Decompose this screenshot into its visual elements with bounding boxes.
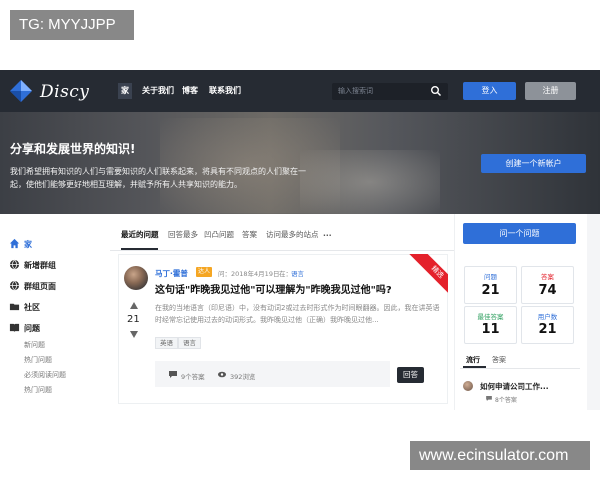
more-tabs-icon[interactable]: ... [323, 229, 332, 238]
nav-about[interactable]: 关于我们 [142, 85, 174, 96]
featured-ribbon-label: 精选 [404, 254, 448, 306]
right-active-tab-indicator [463, 366, 486, 368]
divider [454, 214, 455, 410]
nav-contact[interactable]: 联系我们 [209, 85, 241, 96]
stat-value: 74 [538, 283, 557, 298]
author-badge: 达人 [196, 267, 212, 277]
search-icon[interactable] [430, 85, 442, 97]
ask-question-button[interactable]: 问一个问题 [463, 223, 576, 244]
comment-icon [169, 371, 177, 378]
sidebar-item-questions[interactable]: 问题 [24, 323, 40, 334]
asked-label: 问： [218, 270, 231, 278]
logo-icon [10, 80, 32, 102]
hero-title: 分享和发展世界的知识! [10, 142, 136, 156]
views-count: 392浏览 [230, 373, 256, 381]
question-title[interactable]: 这句话"昨晚我见过他"可以理解为"昨晚我见过他"吗? [155, 281, 392, 296]
tabbar-divider [110, 250, 454, 251]
nav-blog[interactable]: 博客 [182, 85, 198, 96]
active-tab-indicator [121, 248, 158, 250]
tab-bump-question[interactable]: 凹凸问题 [204, 229, 234, 240]
tag-english[interactable]: 英语 [155, 337, 178, 349]
stat-label: 问题 [484, 273, 497, 281]
tab-popular[interactable]: 流行 [466, 355, 480, 365]
sidebar-sub-new-questions[interactable]: 新问题 [24, 340, 45, 350]
page: Discy 家 关于我们 博客 联系我们 输入搜索词 登入 注册 分享和发展世界… [0, 0, 600, 480]
sidebar-item-new-groups[interactable]: 新增群组 [24, 260, 56, 271]
popular-answers-count[interactable]: 8个答案 [495, 395, 517, 404]
globe-icon [9, 259, 20, 270]
tab-right-answers[interactable]: 答案 [492, 355, 506, 365]
sidebar-item-home[interactable]: 家 [24, 239, 32, 250]
comment-icon [486, 396, 492, 401]
tab-most-answered[interactable]: 回答最多 [168, 229, 198, 240]
brand-name: Discy [40, 82, 90, 102]
question-excerpt: 在我的当地语言（印尼语）中，没有动词2或过去时形式作为时间眼翻器。因此，我在讲英… [155, 304, 440, 324]
stat-label: 最佳答案 [477, 313, 504, 321]
vote-down-icon[interactable] [130, 331, 138, 338]
nav-home[interactable]: 家 [118, 83, 132, 99]
right-tabbar-divider [460, 368, 580, 369]
stat-value: 21 [481, 283, 500, 298]
login-button[interactable]: 登入 [463, 82, 516, 100]
home-icon [9, 238, 20, 249]
folder-icon [9, 303, 20, 311]
sidebar-item-community[interactable]: 社区 [24, 302, 40, 313]
question-date: 2018年4月19日 [231, 270, 280, 278]
avatar[interactable] [124, 266, 148, 290]
search-placeholder: 输入搜索词 [338, 87, 373, 95]
globe-icon [9, 280, 20, 291]
featured-ribbon: 精选 [393, 254, 448, 309]
answer-button[interactable]: 回答 [397, 367, 424, 383]
hero-image-highlight [300, 150, 440, 214]
vote-count: 21 [127, 314, 140, 325]
answers-count[interactable]: 9个答案 [181, 371, 205, 381]
hero-description: 我们希望拥有知识的人们与需要知识的人们联系起来，将具有不同观点的人们聚在一起，使… [10, 167, 306, 189]
stat-label: 答案 [541, 273, 554, 281]
sidebar-sub-hot-questions[interactable]: 热门问题 [24, 355, 52, 365]
sidebar-sub-popular[interactable]: 热门问题 [24, 385, 52, 395]
sidebar-item-group-pages[interactable]: 群组页面 [24, 281, 56, 292]
book-icon [9, 323, 20, 333]
signup-button[interactable]: 注册 [525, 82, 576, 100]
stat-label: 用户数 [537, 313, 558, 321]
tab-most-visited[interactable]: 访问最多的站点 [266, 229, 319, 240]
vote-up-icon[interactable] [130, 302, 138, 309]
avatar[interactable] [463, 381, 473, 391]
tab-answers[interactable]: 答案 [242, 229, 257, 240]
sidebar-sub-must-read[interactable]: 必须阅读问题 [24, 370, 66, 380]
tag-language[interactable]: 语言 [178, 337, 201, 349]
stat-value: 21 [538, 322, 557, 337]
eye-icon [218, 371, 226, 378]
tab-recent-questions[interactable]: 最近的问题 [121, 229, 159, 240]
create-account-button[interactable]: 创建一个新帐户 [481, 154, 586, 173]
watermark-top: TG: MYYJJPP [10, 10, 134, 40]
watermark-bottom: www.ecinsulator.com [410, 441, 590, 470]
stat-value: 11 [481, 322, 500, 337]
popular-question-title[interactable]: 如何申请公司工作... [480, 381, 549, 392]
question-category[interactable]: 语言 [291, 268, 304, 278]
author-name[interactable]: 马丁·霍普 [155, 268, 188, 279]
